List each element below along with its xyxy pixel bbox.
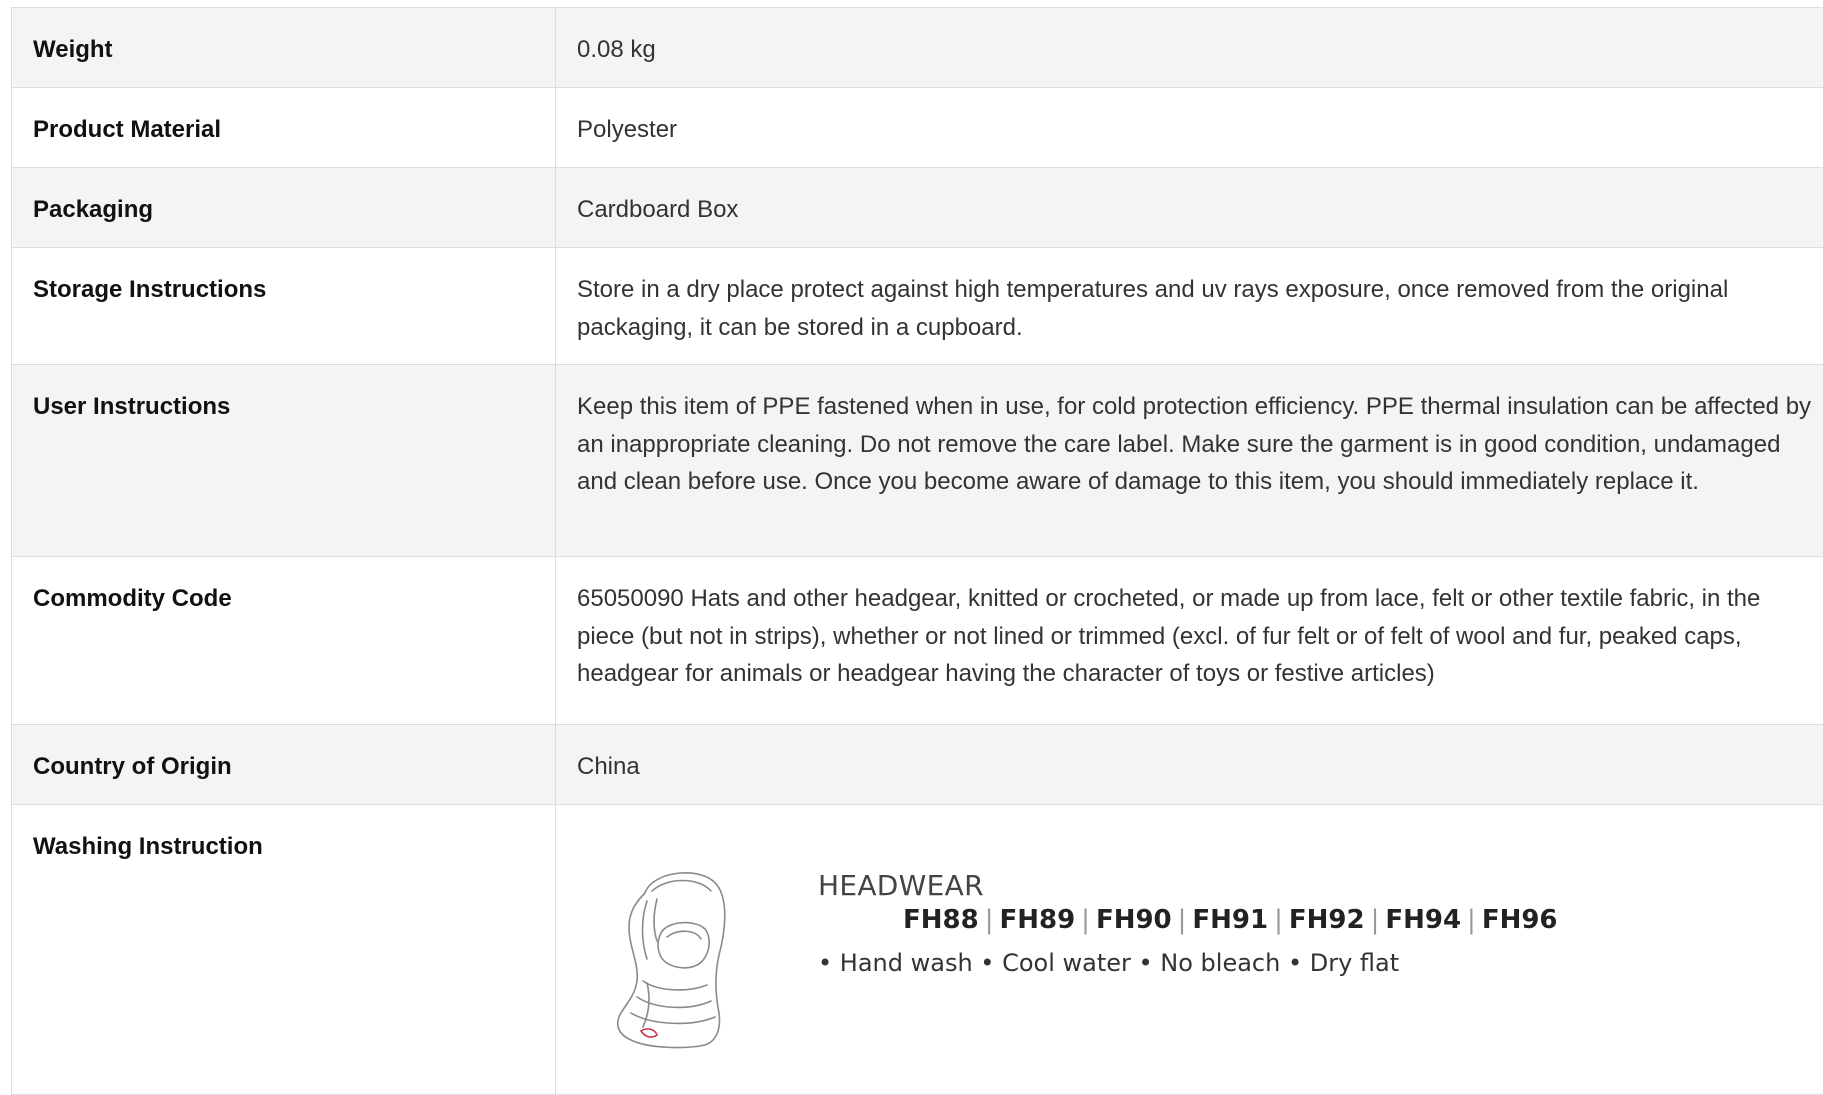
spec-value: China (556, 725, 1823, 805)
spec-label: Country of Origin (12, 725, 556, 805)
spec-value: Polyester (556, 88, 1823, 168)
product-code: FH96 (1482, 905, 1558, 935)
spec-row-product-material: Product Material Polyester (12, 88, 1823, 168)
care-label-image: HEADWEAR FH88|FH89|FH90|FH91|FH92|FH94|F… (577, 828, 1537, 1058)
code-separator: | (1178, 905, 1187, 935)
care-label-heading: HEADWEAR (818, 870, 984, 902)
spec-label: Storage Instructions (12, 248, 556, 365)
product-code-list: FH88|FH89|FH90|FH91|FH92|FH94|FH96 (903, 904, 1558, 936)
spec-row-commodity-code: Commodity Code 65050090 Hats and other h… (12, 557, 1823, 725)
product-code: FH89 (999, 905, 1075, 935)
balaclava-icon (607, 863, 737, 1063)
spec-row-packaging: Packaging Cardboard Box (12, 168, 1823, 248)
product-code: FH92 (1289, 905, 1365, 935)
spec-value: 0.08 kg (556, 8, 1823, 88)
spec-value: Store in a dry place protect against hig… (556, 248, 1823, 365)
spec-row-user-instructions: User Instructions Keep this item of PPE … (12, 365, 1823, 557)
spec-label: Washing Instruction (12, 805, 556, 1095)
spec-label: Commodity Code (12, 557, 556, 725)
product-code: FH94 (1385, 905, 1461, 935)
spec-row-storage-instructions: Storage Instructions Store in a dry plac… (12, 248, 1823, 365)
spec-value: Cardboard Box (556, 168, 1823, 248)
spec-value: Keep this item of PPE fastened when in u… (556, 365, 1823, 557)
spec-label: Packaging (12, 168, 556, 248)
product-code: FH90 (1096, 905, 1172, 935)
spec-row-weight: Weight 0.08 kg (12, 8, 1823, 88)
spec-label: Weight (12, 8, 556, 88)
spec-row-washing-instruction: Washing Instruction (12, 805, 1823, 1095)
code-separator: | (1274, 905, 1283, 935)
washing-instruction-cell: HEADWEAR FH88|FH89|FH90|FH91|FH92|FH94|F… (556, 805, 1823, 1095)
product-code: FH91 (1192, 905, 1268, 935)
code-separator: | (1467, 905, 1476, 935)
spec-label: User Instructions (12, 365, 556, 557)
product-specifications-table: Weight 0.08 kg Product Material Polyeste… (11, 7, 1823, 1095)
product-code: FH88 (903, 905, 979, 935)
spec-row-country-of-origin: Country of Origin China (12, 725, 1823, 805)
spec-label: Product Material (12, 88, 556, 168)
care-instructions-text: • Hand wash • Cool water • No bleach • D… (818, 948, 1399, 978)
spec-value: 65050090 Hats and other headgear, knitte… (556, 557, 1823, 725)
code-separator: | (1081, 905, 1090, 935)
code-separator: | (1371, 905, 1380, 935)
code-separator: | (985, 905, 994, 935)
